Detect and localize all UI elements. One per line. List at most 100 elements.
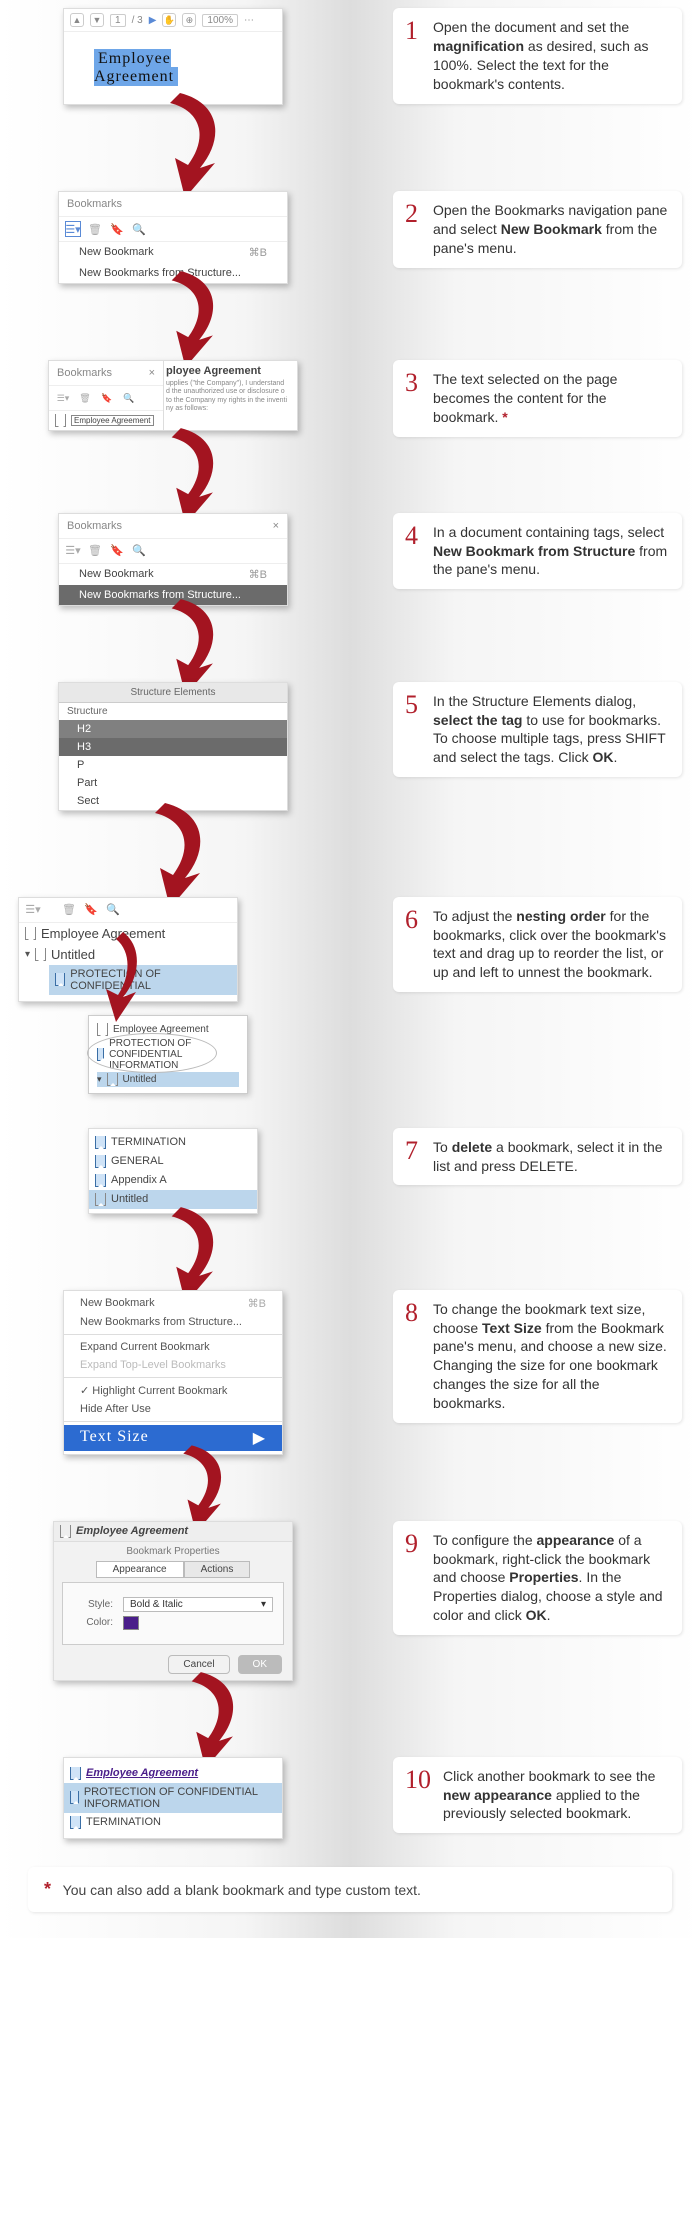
struct-h2[interactable]: H2 [59,720,287,738]
step-2-text: Open the Bookmarks navigation pane and s… [433,201,670,258]
find-icon[interactable]: 🔍 [105,902,121,918]
options-icon[interactable]: ☰▾ [65,543,81,559]
bookmark-icon [55,973,65,986]
asterisk-icon: * [44,1879,51,1899]
step-1-text: Open the document and set the magnificat… [433,18,670,94]
nav-down-icon[interactable]: ▼ [90,13,104,27]
close-icon[interactable]: × [273,520,279,532]
selected-text[interactable]: Employee Agreement [94,49,178,86]
footnote: * You can also add a blank bookmark and … [28,1867,672,1912]
options-icon[interactable]: ☰▾ [65,221,81,237]
pane-title-3: Bookmarks × [49,361,163,386]
find-icon[interactable]: 🔍 [131,221,147,237]
bm-untitled-sel[interactable]: Untitled [89,1190,257,1209]
options-icon[interactable]: ☰▾ [25,902,41,918]
bm-prot-sel[interactable]: PROTECTION OF CONFIDENTIAL INFORMATION [64,1783,282,1813]
bookmark-icon [70,1791,79,1804]
step-8-text: To change the bookmark text size, choose… [433,1300,670,1413]
bookmark-icon [95,1155,106,1168]
page-count: / 3 [132,15,143,26]
options-icon[interactable]: ☰▾ [55,390,71,406]
tab-actions[interactable]: Actions [184,1561,251,1578]
step-6: 6 To adjust the nesting order for the bo… [393,897,682,993]
bm-general[interactable]: GENERAL [89,1152,257,1171]
nesting-panel: ☰▾ 🗑 🔖 🔍 Employee Agreement ▾ Untitled [18,897,238,1002]
zoom-value[interactable]: 100% [202,14,238,27]
bookmark-icon [70,1816,81,1829]
new-bookmark-icon[interactable]: 🔖 [99,390,115,406]
bookmark-icon [35,948,46,961]
trash-icon[interactable]: 🗑 [87,221,103,237]
color-swatch[interactable] [123,1616,139,1630]
find-icon[interactable]: 🔍 [121,390,137,406]
step-8: 8 To change the bookmark text size, choo… [393,1290,682,1423]
page-number[interactable]: 1 [110,14,126,27]
m-new-structure[interactable]: New Bookmarks from Structure... [64,1313,282,1331]
new-bookmark-icon[interactable]: 🔖 [109,221,125,237]
bm-untitled[interactable]: ▾ Untitled [19,944,237,965]
struct-h3[interactable]: H3 [59,738,287,756]
bookmark-entry[interactable]: Employee Agreement [49,411,163,430]
bookmark-icon [97,1048,104,1061]
menu-new-from-structure[interactable]: New Bookmarks from Structure... [59,263,287,283]
bookmark-icon [107,1073,118,1086]
bm-appendix[interactable]: Appendix A [89,1171,257,1190]
m-highlight[interactable]: Highlight Current Bookmark [64,1381,282,1400]
bm-protection[interactable]: PROTECTION OF CONFIDENTIAL [49,965,237,995]
trash-icon[interactable]: 🗑 [77,390,93,406]
dialog-title: Structure Elements [59,683,287,703]
ok-button[interactable]: OK [238,1655,282,1674]
style-label: Style: [73,1599,113,1610]
struct-p[interactable]: P [59,756,287,774]
nav-up-icon[interactable]: ▲ [70,13,84,27]
drag-tooltip: Employee Agreement PROTECTION OF CONFIDE… [88,1015,248,1094]
trash-icon[interactable]: 🗑 [87,543,103,559]
pane-tools-3: ☰▾ 🗑 🔖 🔍 [49,386,163,411]
style-select[interactable]: Bold & Italic▾ [123,1597,273,1612]
color-label: Color: [73,1617,113,1628]
bookmarks-pane-4: Bookmarks × ☰▾ 🗑 🔖 🔍 New Bookmark ⌘B New… [58,513,288,606]
cancel-button[interactable]: Cancel [168,1655,229,1674]
more-icon[interactable]: ⋯ [244,15,254,26]
bookmark-icon [97,1023,108,1036]
new-bookmark-icon[interactable]: 🔖 [109,543,125,559]
bm-styled[interactable]: Employee Agreement [64,1764,282,1783]
step-9: 9 To configure the appearance of a bookm… [393,1521,682,1635]
m-new-bookmark[interactable]: New Bookmark⌘B [64,1294,282,1313]
m-hide[interactable]: Hide After Use [64,1400,282,1418]
structure-dialog: Structure Elements Structure H2 H3 P Par… [58,682,288,811]
pointer-icon[interactable]: ▶ [149,15,157,26]
bm-header-entry: Employee Agreement [54,1522,292,1541]
bm-term[interactable]: TERMINATION [64,1813,282,1832]
bookmark-icon [95,1136,106,1149]
step-7: 7 To delete a bookmark, select it in the… [393,1128,682,1186]
menu-new-bookmark[interactable]: New Bookmark ⌘B [59,242,287,263]
properties-dialog: Employee Agreement Bookmark Properties A… [53,1521,293,1681]
struct-sect[interactable]: Sect [59,792,287,810]
menu-new-from-structure-selected[interactable]: New Bookmarks from Structure... [59,585,287,605]
bm-termination[interactable]: TERMINATION [89,1133,257,1152]
step-10-text: Click another bookmark to see the new ap… [443,1767,670,1824]
step-6-text: To adjust the nesting order for the book… [433,907,670,983]
m-expand-top: Expand Top-Level Bookmarks [64,1356,282,1374]
step-9-text: To configure the appearance of a bookmar… [433,1531,670,1625]
step-3: 3 The text selected on the page becomes … [393,360,682,437]
find-icon[interactable]: 🔍 [131,543,147,559]
step-1: 1 Open the document and set the magnific… [393,8,682,104]
step-7-text: To delete a bookmark, select it in the l… [433,1138,670,1176]
m-text-size[interactable]: Text Size▶ [64,1425,282,1451]
trash-icon[interactable]: 🗑 [61,902,77,918]
tab-appearance[interactable]: Appearance [96,1561,184,1578]
new-bookmark-icon[interactable]: 🔖 [83,902,99,918]
hand-icon[interactable]: ✋ [162,13,176,27]
step-2: 2 Open the Bookmarks navigation pane and… [393,191,682,268]
m-expand-current[interactable]: Expand Current Bookmark [64,1338,282,1356]
footnote-text: You can also add a blank bookmark and ty… [63,1882,421,1898]
menu-new-bookmark[interactable]: New Bookmark ⌘B [59,564,287,585]
bm-employee[interactable]: Employee Agreement [19,923,237,944]
close-icon[interactable]: × [149,367,155,379]
struct-part[interactable]: Part [59,774,287,792]
result-panel: Employee Agreement PROTECTION OF CONFIDE… [63,1757,283,1839]
zoom-icon[interactable]: ⊕ [182,13,196,27]
pane-title: Bookmarks [59,192,287,217]
